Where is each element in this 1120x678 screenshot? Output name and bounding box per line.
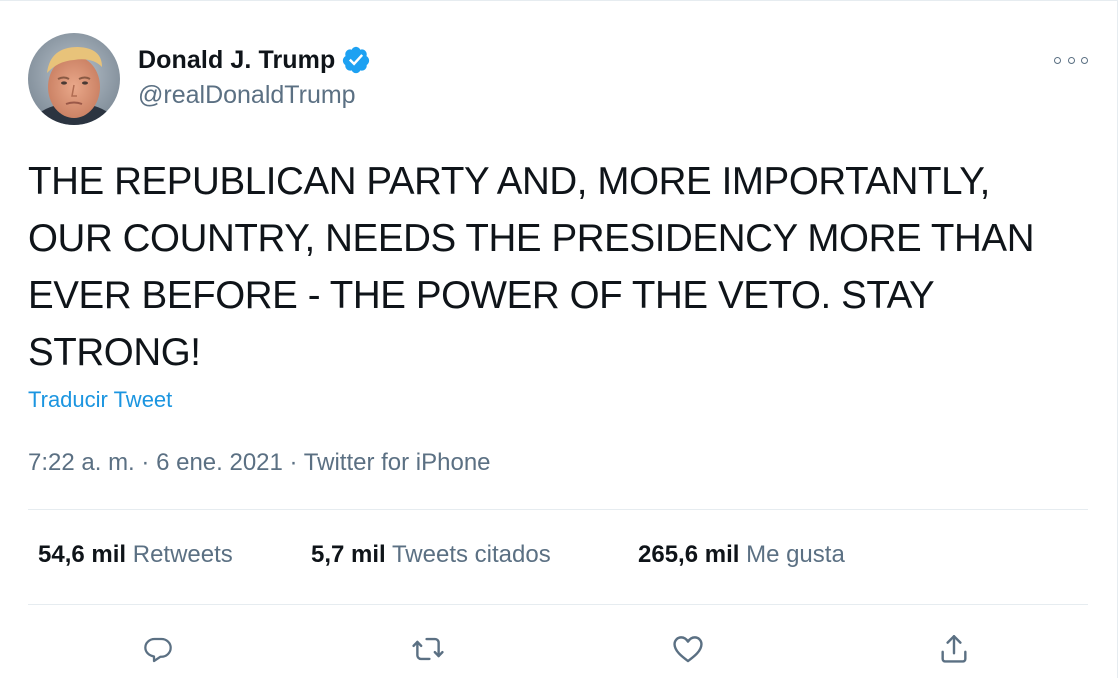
retweets-label: Retweets (132, 541, 233, 568)
tweet-source[interactable]: Twitter for iPhone (304, 449, 491, 476)
verified-badge-icon (341, 45, 371, 75)
more-dot (1067, 56, 1075, 64)
heart-icon[interactable] (668, 629, 708, 669)
tweet-text-line: THE REPUBLICAN PARTY AND, MORE IMPORTANT… (28, 160, 990, 203)
retweet-icon[interactable] (408, 629, 448, 669)
reply-icon[interactable] (138, 629, 178, 669)
tweet-text-line: STRONG! (28, 331, 201, 374)
tweet-time[interactable]: 7:22 a. m. (28, 449, 135, 476)
tweet-date[interactable]: 6 ene. 2021 (156, 449, 283, 476)
more-dot (1054, 56, 1061, 64)
quote-tweets-label: Tweets citados (391, 541, 551, 568)
more-dot (1081, 56, 1088, 64)
meta-separator: · (141, 449, 150, 476)
quote-tweets-count: 5,7 mil (311, 541, 386, 568)
tweet-text: THE REPUBLICAN PARTY AND, MORE IMPORTANT… (28, 153, 1098, 381)
author-name-row[interactable]: Donald J. Trump (138, 43, 371, 77)
avatar[interactable] (28, 33, 120, 125)
tweet-text-line: OUR COUNTRY, NEEDS THE PRESIDENCY MORE T… (28, 217, 1035, 260)
likes-label: Me gusta (746, 541, 845, 568)
retweets-stat[interactable]: 54,6 mil Retweets (38, 541, 233, 569)
translate-tweet-link[interactable]: Traducir Tweet (28, 387, 172, 413)
tweet-card: Donald J. Trump @realDonaldTrump THE REP… (0, 0, 1118, 678)
share-icon[interactable] (934, 629, 974, 669)
divider (28, 604, 1088, 605)
quote-tweets-stat[interactable]: 5,7 mil Tweets citados (311, 541, 551, 569)
retweets-count: 54,6 mil (38, 541, 127, 568)
author-handle[interactable]: @realDonaldTrump (138, 81, 356, 110)
likes-count: 265,6 mil (638, 541, 740, 568)
divider (28, 509, 1088, 510)
tweet-actions (0, 629, 1118, 669)
likes-stat[interactable]: 265,6 mil Me gusta (638, 541, 845, 569)
tweet-meta: 7:22 a. m. · 6 ene. 2021 · Twitter for i… (28, 449, 491, 477)
meta-separator: · (289, 449, 298, 476)
more-horizontal-icon[interactable] (1054, 51, 1088, 69)
avatar-image (28, 33, 120, 125)
author-display-name[interactable]: Donald J. Trump (138, 46, 335, 75)
tweet-text-line: EVER BEFORE - THE POWER OF THE VETO. STA… (28, 274, 935, 317)
